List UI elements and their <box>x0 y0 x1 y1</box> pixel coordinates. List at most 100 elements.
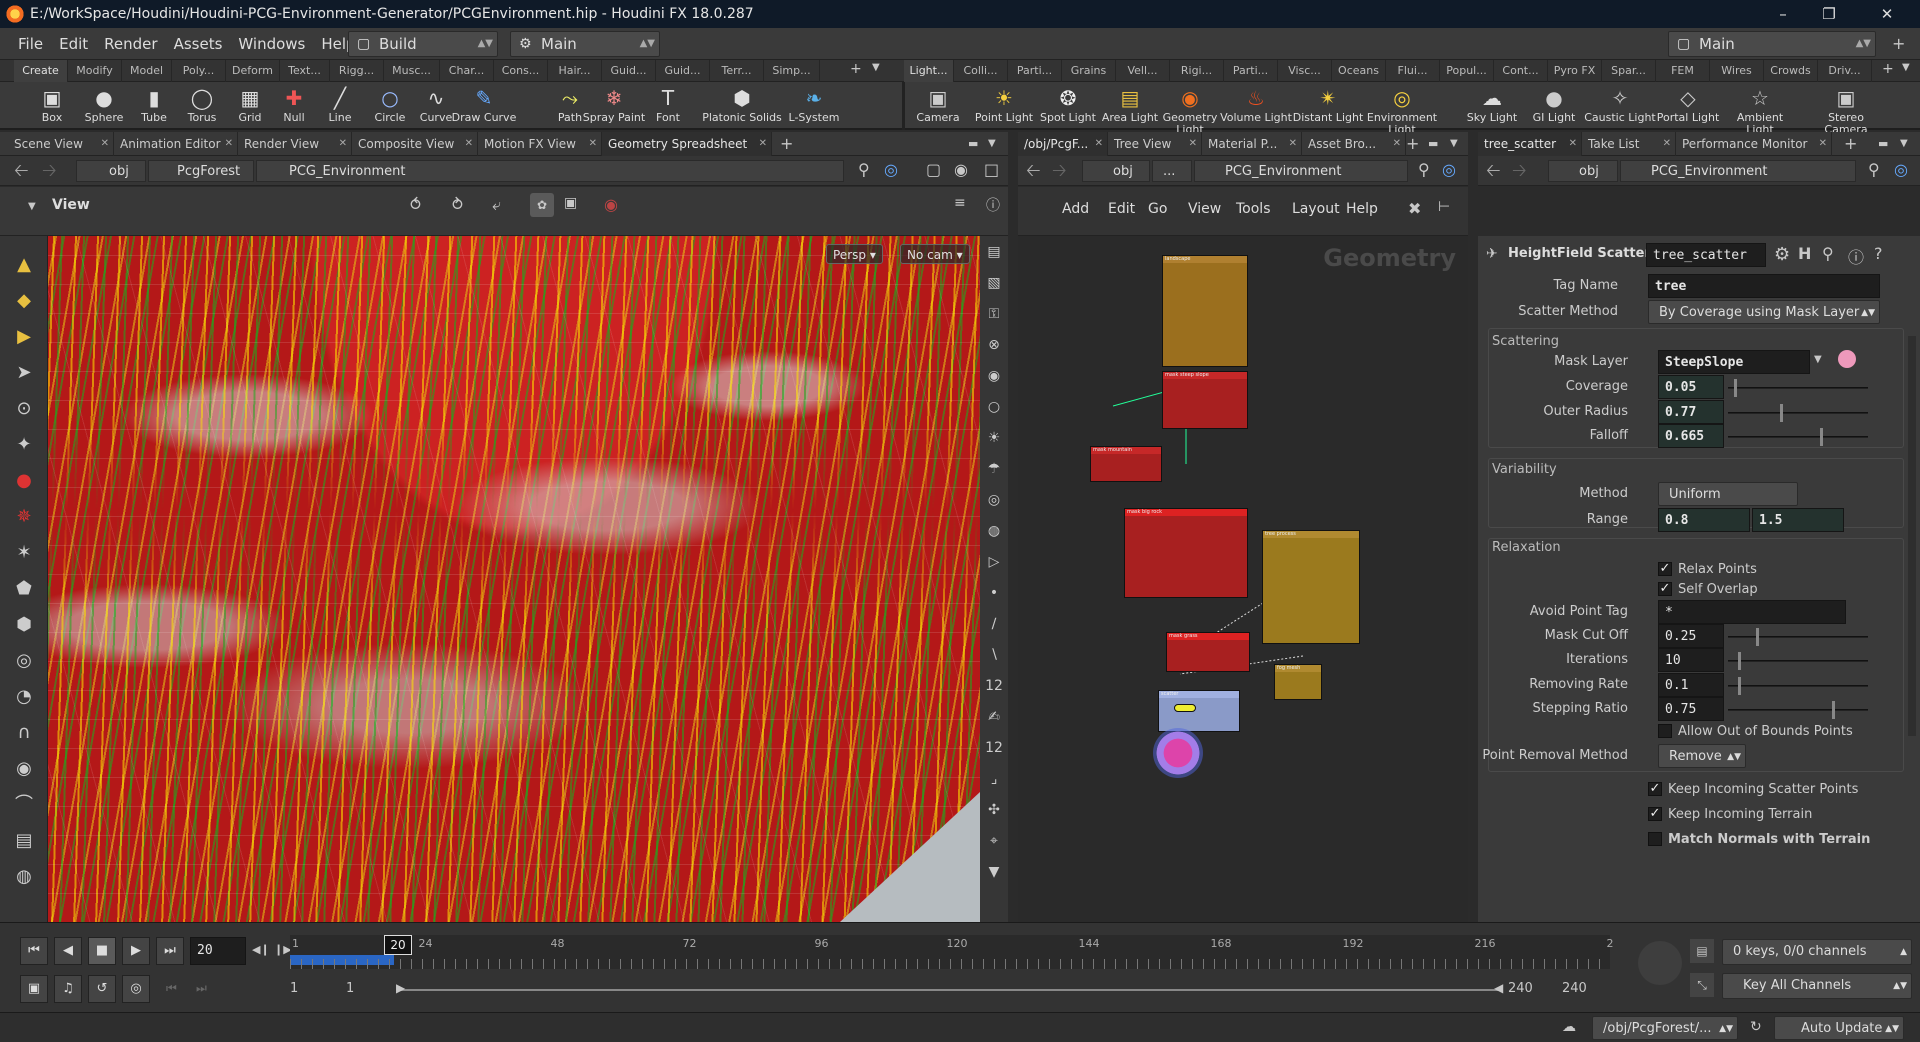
hda-icon[interactable]: H <box>1798 244 1811 263</box>
shelf-tab-right-11[interactable]: Cont... <box>1494 60 1548 82</box>
render-icon[interactable]: ◍ <box>10 864 38 890</box>
link-icon[interactable]: ◎ <box>1442 160 1456 179</box>
pane-dropdown-icon[interactable]: ▼ <box>1900 132 1908 156</box>
network-menu-go[interactable]: Go <box>1148 201 1167 217</box>
scatter-box[interactable]: scatter <box>1158 690 1240 732</box>
viewport-tool-icon[interactable]: ○ <box>982 395 1006 419</box>
restore-button[interactable]: ❐ <box>1806 0 1852 28</box>
viewport-tool-icon[interactable]: ◍ <box>982 519 1006 543</box>
close-tab-icon[interactable]: ✕ <box>339 132 347 156</box>
back-arrow-icon[interactable]: 🡠 <box>14 158 29 188</box>
scene-tab-4[interactable]: Motion FX View ✕ <box>478 132 602 156</box>
shelf-tab-right-12[interactable]: Pyro FX <box>1548 60 1602 82</box>
shelf-tab-3[interactable]: Poly... <box>172 60 226 82</box>
shelf-tab-right-10[interactable]: Popul... <box>1440 60 1494 82</box>
add-tab-icon[interactable]: + <box>780 132 793 156</box>
desktop-select[interactable]: ▢ Build ▲▼ <box>348 31 498 57</box>
loop-icon[interactable]: ↺ <box>88 975 116 1003</box>
shelf-tab-right-17[interactable]: Driv... <box>1818 60 1872 82</box>
close-tab-icon[interactable]: ✕ <box>1569 132 1577 156</box>
fog-mesh-box[interactable]: fog mesh <box>1274 664 1322 700</box>
menu-windows[interactable]: Windows <box>230 35 313 53</box>
coverage-field[interactable]: 0.05 <box>1658 375 1724 399</box>
close-tab-icon[interactable]: ✕ <box>101 132 109 156</box>
audio-icon[interactable]: ♫ <box>54 975 82 1003</box>
iterations-slider[interactable] <box>1728 652 1868 670</box>
scale-icon[interactable]: ✵ <box>10 504 38 530</box>
close-tab-icon[interactable]: ✕ <box>1663 132 1671 156</box>
add-shelf-icon[interactable]: + <box>1882 61 1894 77</box>
network-tab-3[interactable]: Asset Bro... ✕ <box>1302 132 1406 156</box>
path-obj[interactable]: obj <box>76 160 146 182</box>
stepping-ratio-slider[interactable] <box>1728 701 1868 719</box>
shelf-tab-11[interactable]: Guid... <box>602 60 656 82</box>
network-menu-add[interactable]: Add <box>1062 201 1089 217</box>
right-context-select[interactable]: ▢ Main ▲▼ <box>1668 31 1876 57</box>
shelf-tab-right-13[interactable]: Spar... <box>1602 60 1656 82</box>
tag-name-field[interactable]: tree <box>1648 274 1880 298</box>
current-frame-field[interactable]: 20 <box>190 937 246 965</box>
shelf-tab-right-0[interactable]: Light... <box>904 60 954 82</box>
self-overlap-checkbox[interactable]: ✓ <box>1658 582 1672 596</box>
curve-edit-icon[interactable]: ∩ <box>10 720 38 746</box>
viewer-options-icon[interactable]: ▢ <box>926 160 941 179</box>
pin-icon[interactable]: ⚲ <box>1418 160 1430 179</box>
viewport-tool-icon[interactable]: 12 <box>982 736 1006 760</box>
next-key-icon[interactable]: ⏭ <box>196 981 207 996</box>
mask-layer-picker-icon[interactable] <box>1838 350 1856 368</box>
tool-font[interactable]: T Font <box>638 82 698 130</box>
shelf-tab-right-1[interactable]: Colli... <box>954 60 1008 82</box>
pane-dropdown-icon[interactable]: ▼ <box>1450 132 1458 156</box>
pin-icon[interactable]: ⚲ <box>858 160 870 179</box>
node-name-field[interactable]: tree_scatter <box>1646 243 1766 267</box>
keys-info-menu[interactable]: 0 keys, 0/0 channels ▲ <box>1722 939 1912 965</box>
gear-icon[interactable]: ⚙ <box>1774 244 1790 265</box>
tool-distant-light[interactable]: ✴ Distant Light <box>1292 82 1364 130</box>
viewport-tool-icon[interactable]: ⌖ <box>982 829 1006 853</box>
removing-rate-field[interactable]: 0.1 <box>1658 673 1724 697</box>
viewport-menu-icon[interactable]: ≡ <box>954 195 966 211</box>
shelf-menu-icon[interactable]: ▼ <box>1902 62 1910 73</box>
shelf-tab-12[interactable]: Guid... <box>656 60 710 82</box>
close-tab-icon[interactable]: ✕ <box>1289 132 1297 156</box>
select-arrow-icon[interactable]: ➤ <box>10 360 38 386</box>
pose-icon[interactable]: ✦ <box>10 432 38 458</box>
viewport-tool-icon[interactable]: ⌟ <box>982 767 1006 791</box>
handle-icon[interactable]: ✶ <box>10 540 38 566</box>
viewport-tool-icon[interactable]: ☀ <box>982 426 1006 450</box>
menu-file[interactable]: File <box>10 35 51 53</box>
back-arrow-icon[interactable]: 🡠 <box>1486 158 1501 188</box>
add-shelf-icon[interactable]: + <box>850 61 862 77</box>
menu-render[interactable]: Render <box>96 35 165 53</box>
outer-radius-field[interactable]: 0.77 <box>1658 400 1724 424</box>
path-obj[interactable]: obj <box>1082 160 1150 182</box>
shelf-tab-5[interactable]: Text... <box>280 60 330 82</box>
menu-edit[interactable]: Edit <box>51 35 96 53</box>
viewport-tool-icon[interactable]: ◉ <box>982 364 1006 388</box>
toolbar-collapse-icon[interactable]: ▼ <box>28 201 36 212</box>
falloff-field[interactable]: 0.665 <box>1658 424 1724 448</box>
play-button[interactable]: ▶ <box>122 937 150 965</box>
viewport-tool-icon[interactable]: ✣ <box>982 798 1006 822</box>
path-pcg-environment[interactable]: PCG_Environment <box>1194 160 1408 182</box>
shelf-tab-right-15[interactable]: Wires <box>1710 60 1764 82</box>
range-end-handle[interactable]: ◀ <box>1494 981 1503 995</box>
mask-cutoff-field[interactable]: 0.25 <box>1658 624 1724 648</box>
refresh-icon[interactable]: ↻ <box>1750 1019 1762 1035</box>
viewport-tool-icon[interactable]: ▼ <box>982 860 1006 884</box>
scene-tab-0[interactable]: Scene View ✕ <box>8 132 114 156</box>
shelf-tab-9[interactable]: Cons... <box>494 60 548 82</box>
realtime-toggle-icon[interactable]: ▣ <box>20 975 48 1003</box>
tool-volume-light[interactable]: ♨ Volume Light <box>1220 82 1292 130</box>
tool-stereo-camera[interactable]: ▣ Stereo Camera <box>1810 82 1882 136</box>
shelf-tab-right-5[interactable]: Rigi... <box>1170 60 1224 82</box>
tool-lsystem[interactable]: ❧ L-System <box>769 82 859 130</box>
outer-radius-slider[interactable] <box>1728 404 1868 422</box>
range-start2-field[interactable]: 1 <box>346 981 386 996</box>
tool-camera[interactable]: ▣ Camera <box>902 82 974 130</box>
network-editor[interactable]: landscape mask steep slope mask mountain… <box>1018 236 1468 922</box>
params-tab-0[interactable]: tree_scatter ✕ <box>1478 132 1582 156</box>
landscape-network-box[interactable]: landscape <box>1162 255 1248 367</box>
removing-rate-slider[interactable] <box>1728 677 1868 695</box>
range-end2-field[interactable]: 240 <box>1562 981 1602 996</box>
